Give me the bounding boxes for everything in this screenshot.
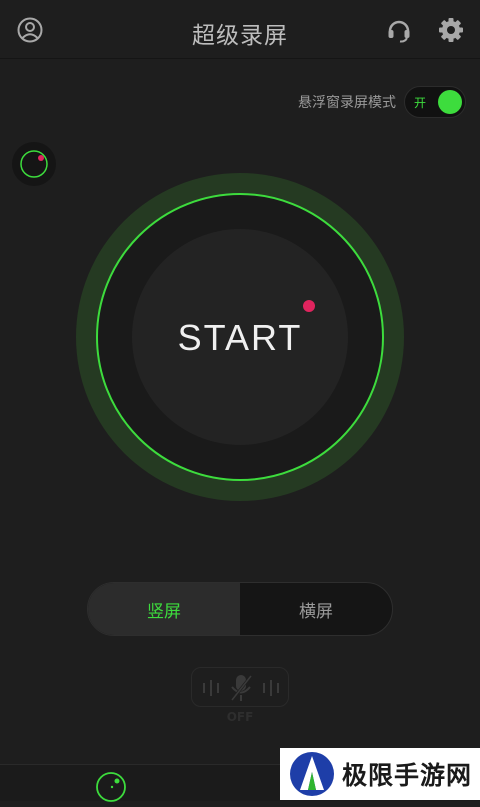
start-label: START [177, 317, 303, 358]
bottom-record-tab[interactable] [95, 771, 127, 803]
headset-icon [388, 20, 410, 43]
app-header: 超级录屏 [0, 0, 480, 59]
landscape-option[interactable]: 横屏 [240, 583, 392, 635]
watermark-text: 极限手游网 [342, 761, 473, 790]
record-ball-icon [20, 150, 48, 178]
floating-mode-label: 悬浮窗录屏模式 [298, 95, 396, 111]
record-ball-tab-icon [96, 772, 126, 802]
mic-state-label: OFF [226, 710, 254, 724]
record-dot-icon [303, 300, 315, 312]
mic-off-icon [203, 675, 279, 701]
toggle-knob [438, 90, 462, 114]
gear-icon [439, 18, 463, 42]
watermark: 极限手游网 [280, 748, 480, 800]
orientation-selector: 竖屏 横屏 [87, 582, 393, 636]
floating-ball[interactable] [12, 142, 56, 186]
toggle-state-text: 开 [414, 96, 427, 110]
mic-toggle[interactable] [191, 667, 289, 707]
portrait-option[interactable]: 竖屏 [88, 583, 240, 635]
watermark-logo-icon [290, 752, 334, 796]
floating-mode-row: 悬浮窗录屏模式 开 [298, 86, 466, 118]
settings-button[interactable] [435, 14, 467, 46]
floating-mode-toggle[interactable]: 开 [404, 86, 466, 118]
support-button[interactable] [383, 14, 415, 46]
